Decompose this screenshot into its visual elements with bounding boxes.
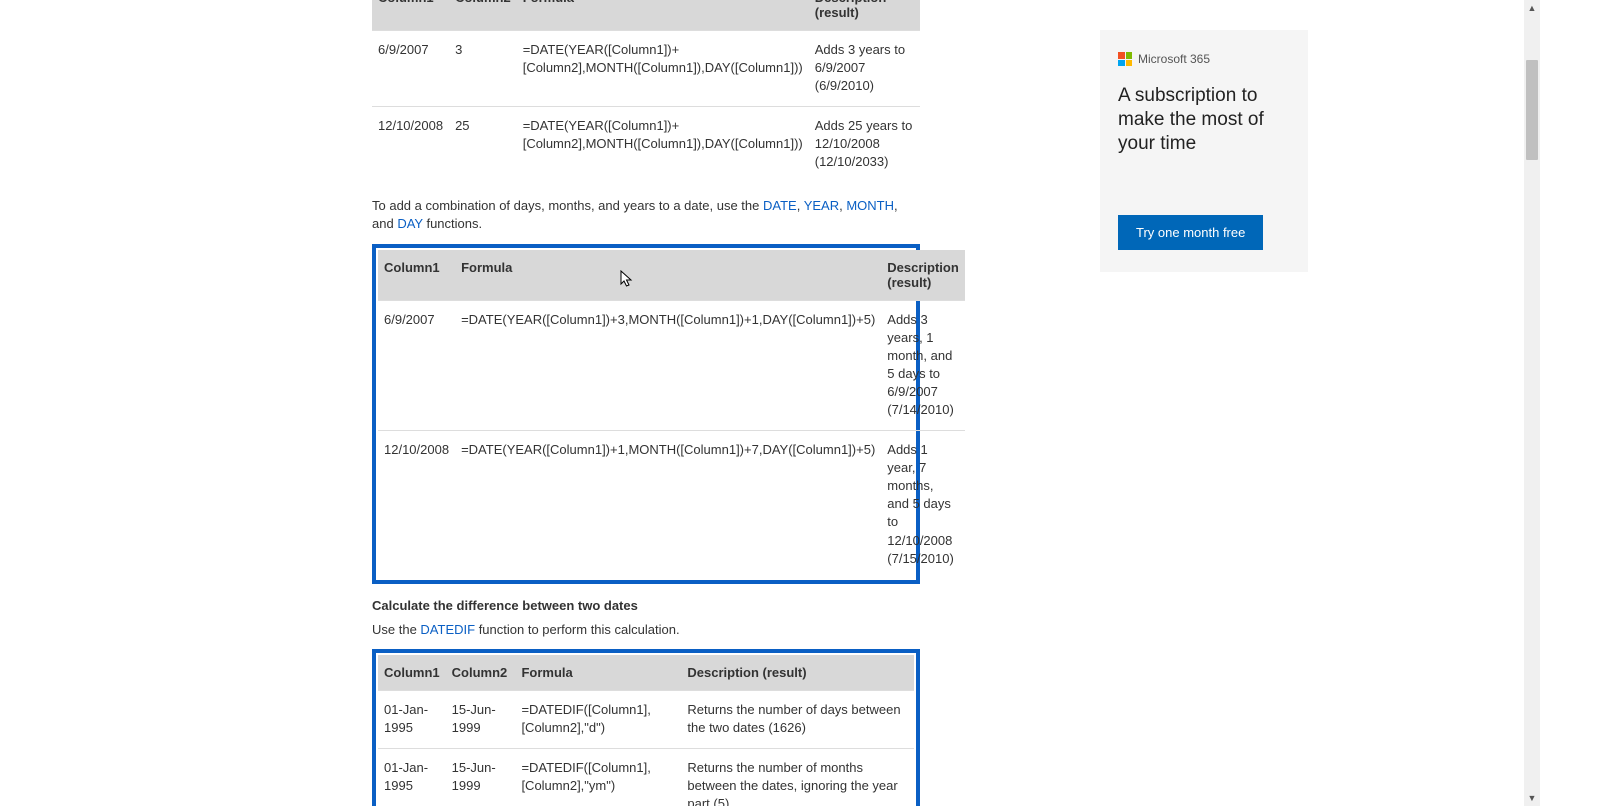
scroll-up-button[interactable]: ▲ bbox=[1524, 0, 1540, 16]
vertical-scrollbar[interactable]: ▲ ▼ bbox=[1524, 0, 1540, 806]
ms365-logo: Microsoft 365 bbox=[1118, 52, 1290, 66]
intro-datedif: Use the DATEDIF function to perform this… bbox=[372, 621, 920, 639]
table-row: 6/9/2007 =DATE(YEAR([Column1])+3,MONTH([… bbox=[378, 300, 965, 430]
link-month[interactable]: MONTH bbox=[846, 198, 894, 213]
th-desc: Description (result) bbox=[681, 655, 914, 691]
th-col2: Column2 bbox=[446, 655, 516, 691]
th-desc: Description (result) bbox=[809, 0, 920, 31]
link-datedif[interactable]: DATEDIF bbox=[420, 622, 475, 637]
th-desc: Description (result) bbox=[881, 250, 965, 301]
highlighted-table2: Column1 Formula Description (result) 6/9… bbox=[372, 244, 920, 584]
scroll-thumb[interactable] bbox=[1526, 60, 1538, 160]
link-year[interactable]: YEAR bbox=[804, 198, 839, 213]
promo-title: A subscription to make the most of your … bbox=[1118, 84, 1290, 155]
table-row: 01-Jan-1995 15-Jun-1999 =DATEDIF([Column… bbox=[378, 691, 914, 748]
heading-diff-dates: Calculate the difference between two dat… bbox=[372, 598, 920, 613]
th-formula: Formula bbox=[455, 250, 881, 301]
link-day[interactable]: DAY bbox=[397, 216, 423, 231]
table-row: 01-Jan-1995 15-Jun-1999 =DATEDIF([Column… bbox=[378, 748, 914, 806]
table-row: 12/10/2008 25 =DATE(YEAR([Column1])+[Col… bbox=[372, 106, 920, 181]
link-date[interactable]: DATE bbox=[763, 198, 797, 213]
th-col1: Column1 bbox=[378, 250, 455, 301]
microsoft-logo-icon bbox=[1118, 52, 1132, 66]
try-free-button[interactable]: Try one month free bbox=[1118, 215, 1263, 250]
table-row: 12/10/2008 =DATE(YEAR([Column1])+1,MONTH… bbox=[378, 430, 965, 578]
main-content: Column1 Column2 Formula Description (res… bbox=[372, 0, 920, 806]
highlighted-table3: Column1 Column2 Formula Description (res… bbox=[372, 649, 920, 806]
th-col1: Column1 bbox=[378, 655, 446, 691]
promo-card: Microsoft 365 A subscription to make the… bbox=[1100, 30, 1308, 272]
table-datedif: Column1 Column2 Formula Description (res… bbox=[378, 655, 914, 806]
th-formula: Formula bbox=[515, 655, 681, 691]
th-formula: Formula bbox=[517, 0, 809, 31]
brand-text: Microsoft 365 bbox=[1138, 52, 1210, 66]
table-add-years: Column1 Column2 Formula Description (res… bbox=[372, 0, 920, 181]
scroll-down-button[interactable]: ▼ bbox=[1524, 790, 1540, 806]
th-col2: Column2 bbox=[449, 0, 517, 31]
table-row: 6/9/2007 3 =DATE(YEAR([Column1])+[Column… bbox=[372, 31, 920, 107]
th-col1: Column1 bbox=[372, 0, 449, 31]
intro-date-combo: To add a combination of days, months, an… bbox=[372, 197, 920, 233]
table-add-combined: Column1 Formula Description (result) 6/9… bbox=[378, 250, 965, 578]
